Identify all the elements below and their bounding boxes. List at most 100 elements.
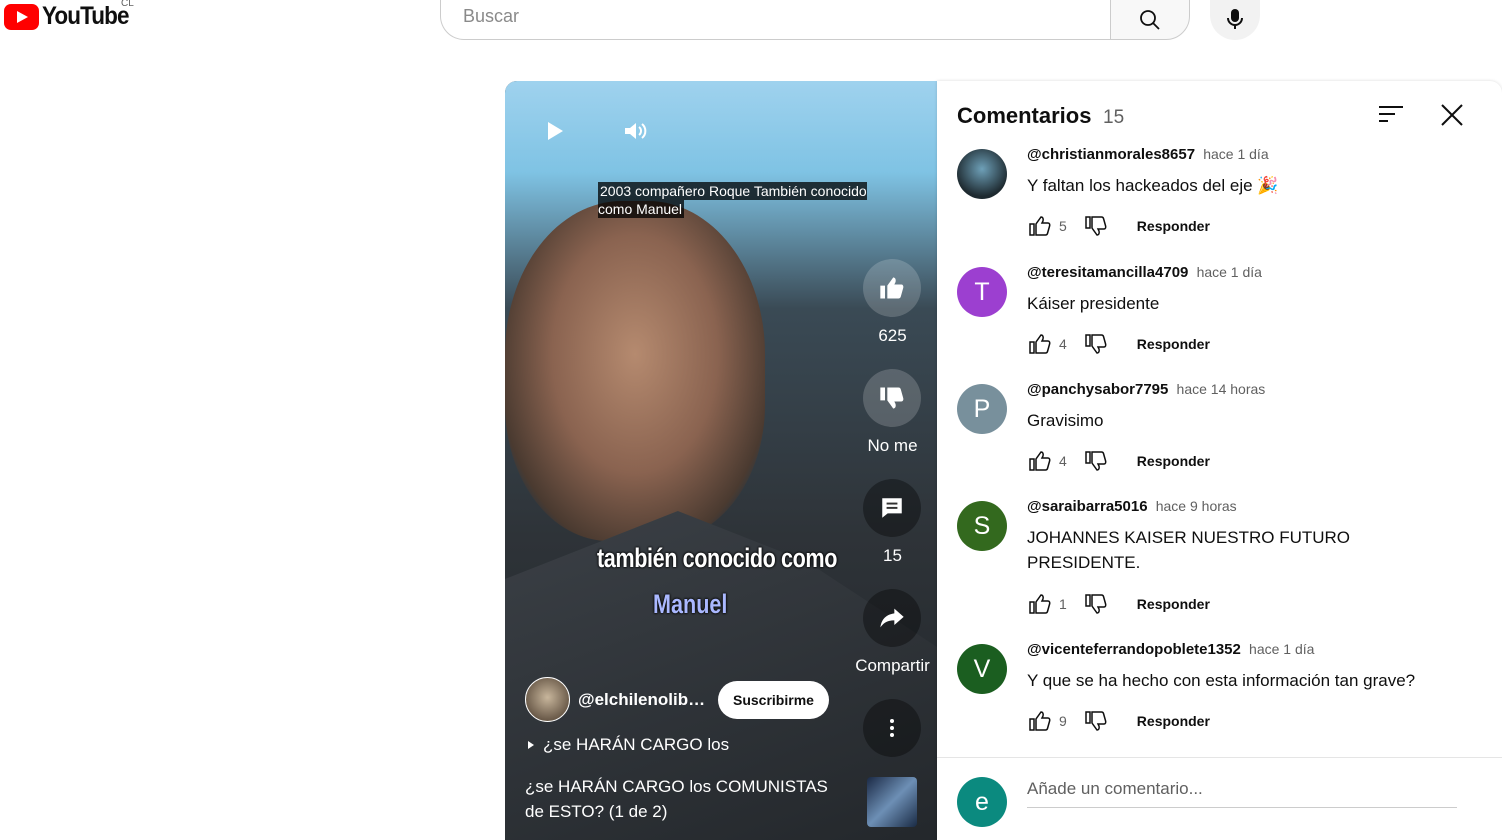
thumbs-down-outline-icon — [1085, 711, 1107, 731]
comment-actions: 1 Responder — [1025, 589, 1210, 619]
short-video-player[interactable]: 2003 compañero Roque También conocido co… — [505, 81, 937, 840]
comment-reply-button[interactable]: Responder — [1137, 336, 1210, 352]
share-button[interactable] — [863, 589, 921, 647]
search-box — [440, 0, 1110, 40]
comment-time[interactable]: hace 1 día — [1197, 264, 1262, 280]
comment-actions: 5 Responder — [1025, 211, 1210, 241]
play-icon — [548, 122, 563, 140]
comment-avatar[interactable]: P — [957, 384, 1007, 434]
comment-time[interactable]: hace 1 día — [1203, 146, 1268, 162]
comment-dislike-button[interactable] — [1081, 706, 1111, 736]
thumbs-up-outline-icon — [1029, 334, 1051, 354]
comment-like-count: 1 — [1059, 596, 1067, 612]
channel-avatar[interactable] — [525, 677, 570, 722]
comment-reply-button[interactable]: Responder — [1137, 218, 1210, 234]
search-button[interactable] — [1110, 0, 1190, 40]
comment-like-button[interactable] — [1025, 211, 1055, 241]
share-icon — [880, 608, 904, 628]
more-vertical-icon — [890, 719, 894, 737]
comment-like-button[interactable] — [1025, 589, 1055, 619]
comment-avatar[interactable] — [957, 149, 1007, 199]
comment-author[interactable]: @vicenteferrandopoblete1352 — [1027, 641, 1241, 658]
play-button[interactable] — [539, 115, 571, 147]
volume-icon — [625, 123, 647, 139]
thumbs-down-outline-icon — [1085, 334, 1107, 354]
comment-time[interactable]: hace 14 horas — [1177, 381, 1266, 397]
video-title[interactable]: ¿se HARÁN CARGO los COMUNISTAS de ESTO? … — [525, 774, 835, 824]
comments-count: 15 — [883, 546, 902, 565]
comment-text: Káiser presidente — [1027, 294, 1160, 313]
comment-text: Y que se ha hecho con esta información t… — [1027, 671, 1416, 690]
youtube-logo[interactable]: YouTube — [4, 2, 138, 31]
close-icon — [1441, 104, 1463, 126]
playlist-label: ¿se HARÁN CARGO los — [543, 735, 730, 754]
comment-author[interactable]: @teresitamancilla4709 — [1027, 264, 1188, 281]
comment-reply-button[interactable]: Responder — [1137, 713, 1210, 729]
comment-time[interactable]: hace 1 día — [1249, 641, 1314, 657]
comment-text: Gravisimo — [1027, 411, 1104, 430]
video-caption: 2003 compañero Roque También conocido co… — [598, 182, 867, 218]
add-comment-input[interactable] — [1027, 779, 1457, 808]
like-button[interactable] — [863, 259, 921, 317]
comment-header: @saraibarra5016 hace 9 horas — [1027, 498, 1237, 515]
comment-like-count: 4 — [1059, 453, 1067, 469]
comment-author[interactable]: @panchysabor7795 — [1027, 381, 1168, 398]
comment-text: Y faltan los hackeados del eje 🎉 — [1027, 176, 1279, 195]
comment-dislike-button[interactable] — [1081, 589, 1111, 619]
comment-avatar[interactable]: T — [957, 267, 1007, 317]
comment-header: @vicenteferrandopoblete1352 hace 1 día — [1027, 641, 1314, 658]
sort-button[interactable] — [1378, 103, 1410, 131]
logo-text: YouTube — [42, 2, 130, 30]
thumbs-up-icon — [880, 277, 904, 299]
search-input[interactable] — [461, 5, 1065, 28]
comment-header: @teresitamancilla4709 hace 1 día — [1027, 264, 1262, 281]
comment-actions: 9 Responder — [1025, 706, 1210, 736]
comment-time[interactable]: hace 9 horas — [1156, 498, 1237, 514]
thumbs-down-outline-icon — [1085, 451, 1107, 471]
comments-button[interactable] — [863, 479, 921, 537]
thumbs-up-outline-icon — [1029, 594, 1051, 614]
comment-like-button[interactable] — [1025, 446, 1055, 476]
comment-dislike-button[interactable] — [1081, 329, 1111, 359]
comment-avatar[interactable]: S — [957, 501, 1007, 551]
comment-dislike-button[interactable] — [1081, 211, 1111, 241]
comment-like-button[interactable] — [1025, 329, 1055, 359]
comment-actions: 4 Responder — [1025, 446, 1210, 476]
comment-like-button[interactable] — [1025, 706, 1055, 736]
youtube-play-icon — [4, 3, 39, 30]
playlist-link[interactable]: ¿se HARÁN CARGO los — [527, 735, 729, 755]
comment-author[interactable]: @saraibarra5016 — [1027, 498, 1148, 515]
comment-like-count: 5 — [1059, 218, 1067, 234]
comment-icon — [882, 498, 902, 518]
channel-info: @elchilenolibe... Suscribirme — [525, 677, 829, 722]
current-user-avatar[interactable]: e — [957, 777, 1007, 827]
like-count: 625 — [878, 326, 907, 345]
comment-author[interactable]: @christianmorales8657 — [1027, 146, 1195, 163]
close-button[interactable] — [1438, 101, 1470, 133]
comments-total: 15 — [1103, 107, 1125, 128]
comment-like-count: 4 — [1059, 336, 1067, 352]
channel-name[interactable]: @elchilenolibe... — [578, 690, 710, 710]
sort-icon — [1379, 106, 1403, 122]
search-icon — [1140, 10, 1160, 30]
comments-divider — [937, 757, 1502, 758]
microphone-icon — [1227, 9, 1243, 29]
more-options-button[interactable] — [863, 699, 921, 757]
country-code: CL — [121, 0, 134, 9]
video-person — [505, 201, 765, 541]
subscribe-button[interactable]: Suscribirme — [718, 680, 829, 719]
thumbs-up-outline-icon — [1029, 451, 1051, 471]
comment-dislike-button[interactable] — [1081, 446, 1111, 476]
voice-search-button[interactable] — [1210, 0, 1260, 40]
comment-avatar[interactable]: V — [957, 644, 1007, 694]
comment-reply-button[interactable]: Responder — [1137, 596, 1210, 612]
volume-button[interactable] — [619, 115, 651, 147]
thumbs-up-outline-icon — [1029, 216, 1051, 236]
next-video-thumbnail[interactable] — [867, 777, 917, 827]
thumbs-down-outline-icon — [1085, 594, 1107, 614]
comment-actions: 4 Responder — [1025, 329, 1210, 359]
comments-panel: Comentarios 15 @christianmorales8657 hac… — [937, 81, 1502, 840]
dislike-button[interactable] — [863, 369, 921, 427]
comment-reply-button[interactable]: Responder — [1137, 453, 1210, 469]
burned-subtitle-line1: también conocido como — [597, 543, 838, 573]
